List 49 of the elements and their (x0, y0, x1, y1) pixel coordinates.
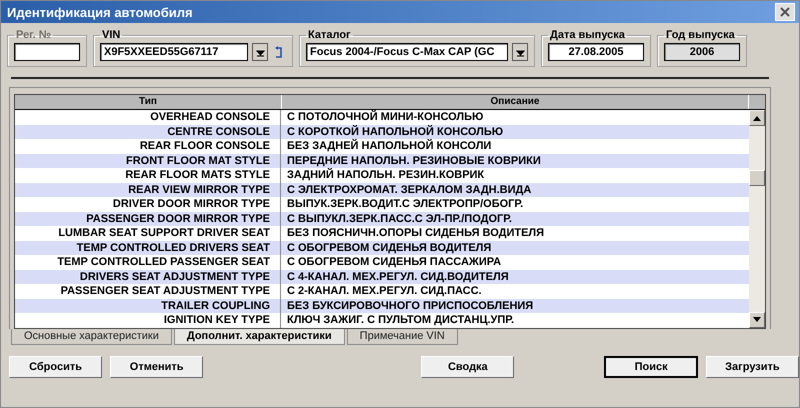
table-cell-text: С ОБОГРЕВОМ СИДЕНЬЯ ВОДИТЕЛЯ (286, 240, 492, 255)
window-title: Идентификация автомобиля (7, 4, 193, 20)
tab[interactable]: Дополнит. характеристики (174, 328, 345, 344)
field-label: Год выпуска (665, 29, 736, 41)
down-arrow-icon (256, 48, 264, 56)
down-arrow-icon (753, 317, 761, 322)
table-cell-text: ПЕРЕДНИЕ НАПОЛЬН. РЕЗИНОВЫЕ КОВРИКИ (286, 154, 542, 168)
input-field[interactable]: 27.08.2005 (548, 43, 644, 61)
dropdown-button[interactable] (252, 43, 268, 61)
table-cell-text: БЕЗ ЗАДНЕЙ НАПОЛЬНОЙ КОНСОЛИ (286, 139, 492, 154)
table-cell-text: С 2-КАНАЛ. МЕХ.РЕГУЛ. СИД.ПАСС. (286, 284, 483, 298)
up-arrow-icon (753, 116, 761, 120)
table-cell-text: С ПОТОЛОЧНОЙ МИНИ-КОНСОЛЬЮ (286, 110, 484, 124)
close-icon (780, 7, 790, 17)
scroll-down-button[interactable] (749, 312, 765, 328)
action-button[interactable]: Сбросить (9, 356, 102, 378)
table-cell-text: С КОРОТКОЙ НАПОЛЬНОЙ КОНСОЛЬЮ (286, 124, 504, 139)
scroll-up-button[interactable] (749, 110, 765, 126)
field-label: Дата выпуска (549, 29, 626, 41)
table-cell: IGNITION KEY TYPE (15, 313, 281, 328)
column-header[interactable]: Описание (282, 95, 749, 109)
table-cell-text: БЕЗ БУКСИРОВОЧНОГО ПРИСПОСОБЛЕНИЯ (286, 298, 534, 313)
column-header[interactable]: Тип (15, 95, 282, 109)
input-field[interactable]: X9F5XXEED55G67117 (100, 43, 248, 61)
table-cell-text: БЕЗ ПОЯСНИЧН.ОПОРЫ СИДЕНЬЯ ВОДИТЕЛЯ (286, 226, 546, 240)
action-button[interactable]: Сводка (421, 356, 514, 378)
action-button[interactable]: Отменить (110, 356, 204, 378)
input-field[interactable]: Focus 2004-/Focus C-Max CAP (GC (306, 43, 508, 61)
table-cell-text: С ОБОГРЕВОМ СИДЕНЬЯ ПАССАЖИРА (286, 255, 502, 270)
table-cell-text: С ЭЛЕКТРОХРОМАТ. ЗЕРКАЛОМ ЗАДН.ВИДА (286, 182, 532, 197)
scrollbar[interactable] (749, 110, 765, 328)
input-field[interactable]: 2006 (664, 43, 740, 61)
dropdown-button[interactable] (512, 43, 528, 61)
action-button[interactable]: Загрузить (706, 356, 799, 378)
table-cell-text: С 4-КАНАЛ. МЕХ.РЕГУЛ. СИД.ВОДИТЕЛЯ (286, 270, 510, 284)
undo-arrow-icon (274, 45, 284, 59)
table-cell-text: КЛЮЧ ЗАЖИГ. С ПУЛЬТОМ ДИСТАНЦ.УПР. (286, 313, 516, 328)
scroll-thumb[interactable] (749, 170, 765, 186)
field-label: Рег. № (15, 29, 52, 41)
table-cell-text: С ВЫПУКЛ.ЗЕРК.ПАСС.С ЭЛ-ПР./ПОДОГР. (286, 212, 513, 226)
tab[interactable]: Примечание VIN (346, 328, 458, 344)
field-label: VIN (101, 29, 122, 41)
down-arrow-icon (516, 48, 524, 56)
tab[interactable]: Основные характеристики (11, 328, 172, 344)
table-cell-text: ВЫПУК.ЗЕРК.ВОДИТ.С ЭЛЕКТРОПР/ОБОГР. (286, 197, 524, 212)
table-cell-text: ЗАДНИЙ НАПОЛЬН. РЕЗИН.КОВРИК (286, 168, 486, 182)
field-label: Каталог (307, 29, 352, 41)
action-button[interactable]: Поиск (604, 356, 698, 378)
close-button[interactable] (775, 3, 795, 21)
